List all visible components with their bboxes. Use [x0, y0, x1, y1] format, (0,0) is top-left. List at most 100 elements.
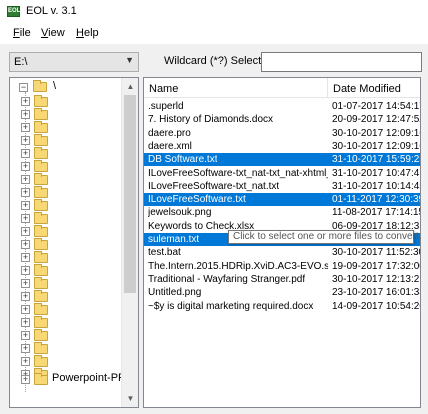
expand-icon[interactable]: + — [21, 279, 30, 288]
tree-item[interactable]: + — [10, 341, 122, 355]
tree-item[interactable]: + — [10, 133, 122, 147]
tree-item[interactable]: + — [10, 263, 122, 277]
expand-icon[interactable]: + — [21, 266, 30, 275]
menu-view[interactable]: View — [41, 27, 65, 39]
file-date: 31-10-2017 10:47:41 — [332, 167, 421, 179]
tree-item[interactable]: + — [10, 237, 122, 251]
folder-icon — [34, 290, 48, 302]
tree-item[interactable]: + — [10, 250, 122, 264]
expand-icon[interactable]: + — [21, 149, 30, 158]
drive-select[interactable]: E:\ ▼ — [9, 52, 139, 72]
file-name: ~$y is digital marketing required.docx — [148, 300, 314, 312]
scroll-up-icon[interactable]: ▲ — [122, 78, 138, 95]
folder-tree[interactable]: − \ + + + + + + + + + + + + + + + + + + + + + + + Powerpoint-… — [9, 77, 139, 408]
expand-icon[interactable]: + — [21, 253, 30, 262]
drive-select-value: E:\ — [14, 56, 28, 68]
folder-icon — [34, 303, 48, 315]
tree-item[interactable]: + — [10, 146, 122, 160]
file-row[interactable]: The.Intern.2015.HDRip.XviD.AC3-EVO.srt 19… — [144, 260, 420, 273]
tree-item[interactable]: + — [10, 328, 122, 342]
file-name: daere.pro — [148, 127, 191, 139]
expand-icon[interactable]: + — [21, 136, 30, 145]
expand-icon[interactable]: + — [21, 318, 30, 327]
column-header-name[interactable]: Name — [149, 83, 178, 95]
expand-icon[interactable]: + — [21, 305, 30, 314]
tree-item[interactable]: + — [10, 354, 122, 368]
file-name: jewelsouk.png — [148, 207, 212, 219]
folder-icon — [34, 373, 48, 385]
tree-item[interactable]: + — [10, 302, 122, 316]
file-row[interactable]: ~$y is digital marketing required.docx 14… — [144, 300, 420, 313]
expand-icon[interactable]: + — [21, 292, 30, 301]
file-date: 30-10-2017 11:52:30 — [332, 247, 421, 259]
file-row[interactable]: Untitled.png 23-10-2017 16:01:33 — [144, 286, 420, 299]
tree-item[interactable]: + — [10, 211, 122, 225]
file-row[interactable]: ILoveFreeSoftware.txt 01-11-2017 12:30:39 — [144, 193, 421, 207]
folder-icon — [34, 355, 48, 367]
expand-icon[interactable]: + — [21, 175, 30, 184]
file-row[interactable]: ILoveFreeSoftware-txt_nat.txt 31-10-2017 … — [144, 180, 420, 193]
folder-icon — [34, 199, 48, 211]
column-divider[interactable] — [327, 78, 328, 98]
tree-item[interactable]: + — [10, 315, 122, 329]
expand-icon[interactable]: + — [21, 123, 30, 132]
scroll-down-icon[interactable]: ▼ — [122, 390, 138, 407]
file-date: 30-10-2017 12:09:16 — [332, 127, 421, 139]
tree-item[interactable]: + — [10, 172, 122, 186]
file-date: 20-09-2017 12:47:52 — [332, 114, 421, 126]
tree-item[interactable]: + — [10, 289, 122, 303]
column-header-date[interactable]: Date Modified — [333, 83, 401, 95]
scrollbar-thumb[interactable] — [124, 95, 136, 293]
file-date: 01-11-2017 12:30:39 — [332, 194, 421, 206]
tree-item[interactable]: + — [10, 198, 122, 212]
menu-file[interactable]: File — [13, 27, 31, 39]
chevron-down-icon[interactable]: ▼ — [125, 55, 134, 65]
expand-icon[interactable]: + — [21, 97, 30, 106]
file-row[interactable]: 7. History of Diamonds.docx 20-09-2017 12… — [144, 113, 420, 126]
tree-item[interactable]: + — [10, 276, 122, 290]
tree-item-powerpoint[interactable]: + Powerpoint-PPT — [10, 372, 132, 386]
expand-icon[interactable]: + — [21, 188, 30, 197]
file-name: suleman.txt — [148, 234, 200, 245]
folder-icon — [34, 316, 48, 328]
tooltip: Click to select one or more files to con… — [228, 230, 421, 244]
expand-icon[interactable]: + — [21, 357, 30, 366]
file-row[interactable]: DB Software.txt 31-10-2017 15:59:25 — [144, 153, 420, 167]
title-bar: EOL EOL v. 3.1 — [0, 0, 428, 24]
expand-icon[interactable]: + — [21, 110, 30, 119]
wildcard-input[interactable] — [261, 52, 422, 72]
file-row[interactable]: ILoveFreeSoftware-txt_nat-txt_nat-xhtml_… — [144, 167, 420, 180]
collapse-icon[interactable]: − — [19, 83, 28, 92]
file-row[interactable]: .superld 01-07-2017 14:54:17 — [144, 100, 420, 113]
expand-icon[interactable]: + — [21, 227, 30, 236]
file-row[interactable]: Traditional - Wayfaring Stranger.pdf 30-1… — [144, 273, 420, 286]
folder-icon — [34, 95, 48, 107]
folder-icon — [34, 121, 48, 133]
expand-icon[interactable]: + — [21, 201, 30, 210]
expand-icon[interactable]: + — [21, 375, 30, 384]
expand-icon[interactable]: + — [21, 344, 30, 353]
tree-item[interactable]: + — [10, 107, 122, 121]
file-date: 14-09-2017 10:54:26 — [332, 300, 421, 312]
folder-icon — [34, 342, 48, 354]
file-row[interactable]: daere.pro 30-10-2017 12:09:16 — [144, 127, 420, 140]
tree-item[interactable]: + — [10, 159, 122, 173]
tree-item[interactable]: + — [10, 94, 122, 108]
file-date: 11-08-2017 17:14:15 — [332, 207, 421, 219]
tree-root-label: \ — [53, 80, 57, 92]
folder-icon — [34, 134, 48, 146]
expand-icon[interactable]: + — [21, 214, 30, 223]
tree-item[interactable]: + — [10, 224, 122, 238]
expand-icon[interactable]: + — [21, 162, 30, 171]
expand-icon[interactable]: + — [21, 331, 30, 340]
tree-item[interactable]: + — [10, 185, 122, 199]
menu-help[interactable]: Help — [76, 27, 99, 39]
tree-item[interactable]: + — [10, 120, 122, 134]
expand-icon[interactable]: + — [21, 240, 30, 249]
file-row[interactable]: jewelsouk.png 11-08-2017 17:14:15 — [144, 206, 420, 219]
file-name: DB Software.txt — [148, 154, 218, 166]
file-row[interactable]: test.bat 30-10-2017 11:52:30 — [144, 246, 420, 259]
file-row[interactable]: daere.xml 30-10-2017 12:09:16 — [144, 140, 420, 153]
folder-icon — [34, 329, 48, 341]
tree-scrollbar[interactable]: ▲ ▼ — [121, 78, 138, 407]
